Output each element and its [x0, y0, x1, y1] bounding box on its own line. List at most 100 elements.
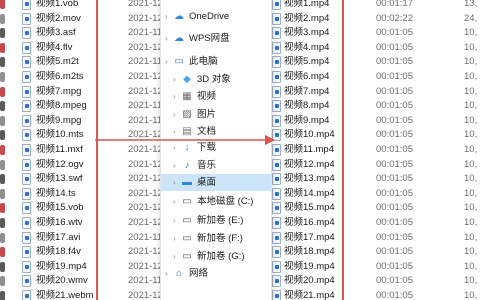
nav-item[interactable]: › ▤ 文档 — [161, 123, 271, 140]
file-row[interactable]: 视频2.mov 2021-12 — [0, 11, 165, 27]
chevron-right-icon[interactable]: › — [173, 230, 176, 247]
nav-item[interactable]: › ▭ 本地磁盘 (C:) — [161, 193, 271, 210]
nav-item[interactable]: › ▭ 新加卷 (G:) — [161, 248, 271, 265]
nav-item[interactable]: › ▭ 此电脑 — [161, 53, 271, 70]
file-row[interactable]: 视频15.vob 2021-12 — [0, 200, 165, 216]
file-row[interactable]: 视频7.mpg 2021-12 — [0, 84, 165, 100]
file-row[interactable]: 视频11.mxf 2021-12 — [0, 142, 165, 158]
nav-item[interactable]: › ▭ 新加卷 (E:) — [161, 212, 271, 229]
file-row[interactable]: 视频9.mp4 00:01:05 10, — [272, 113, 480, 129]
file-row[interactable]: 视频17.mp4 00:01:05 10, — [272, 230, 480, 246]
mp4-file-icon — [272, 231, 281, 244]
file-row[interactable]: 视频21.mp4 00:01:05 10, — [272, 288, 480, 300]
video-folder-icon: ▦ — [182, 91, 192, 102]
file-row[interactable]: 视频14.ts 2021-12 — [0, 186, 165, 202]
file-row[interactable]: 视频21.webm 2021-12 — [0, 288, 165, 300]
file-row[interactable]: 视频16.mp4 00:01:05 10, — [272, 215, 480, 231]
file-row[interactable]: 视频2.mp4 00:02:22 24, — [272, 11, 480, 27]
file-row[interactable]: 视频4.flv 2021-12 — [0, 40, 165, 56]
file-row[interactable]: 视频3.mp4 00:01:05 10, — [272, 25, 480, 41]
file-duration: 00:01:05 — [376, 231, 413, 243]
file-row[interactable]: 视频7.mp4 00:01:05 10, — [272, 84, 480, 100]
file-row[interactable]: 视频20.mp4 00:01:05 10, — [272, 273, 480, 289]
nav-item[interactable]: › ☁ OneDrive — [161, 8, 271, 25]
edge-icon — [0, 218, 5, 228]
file-row[interactable]: 视频12.mp4 00:01:05 10, — [272, 157, 480, 173]
nav-item[interactable]: › ▦ 视频 — [161, 88, 271, 105]
chevron-right-icon[interactable]: › — [173, 123, 176, 140]
file-row[interactable]: 视频8.mp4 00:01:05 10, — [272, 98, 480, 114]
file-row[interactable]: 视频11.mp4 00:01:05 10, — [272, 142, 480, 158]
video-file-icon — [22, 100, 31, 113]
file-row[interactable]: 视频9.mpg 2021-11 — [0, 113, 165, 129]
nav-item[interactable]: › ↓ 下载 — [161, 139, 271, 156]
file-row[interactable]: 视频10.mts 2021-12 — [0, 127, 165, 143]
file-name: 视频6.mp4 — [284, 71, 330, 82]
file-row[interactable]: 视频17.avi 2021-11 — [0, 230, 165, 246]
file-name: 视频13.swf — [36, 173, 83, 185]
file-date: 2021-11 — [128, 231, 163, 243]
file-row[interactable]: 视频18.f4v 2021-12 — [0, 244, 165, 260]
file-duration: 00:01:05 — [376, 260, 413, 272]
nav-item[interactable]: › ▬ 桌面 — [161, 174, 271, 191]
drive-icon: ▭ — [182, 251, 192, 262]
video-file-icon — [22, 12, 31, 25]
file-row[interactable]: 视频13.mp4 00:01:05 10, — [272, 171, 480, 187]
file-row[interactable]: 视频19.mp4 00:01:05 10, — [272, 259, 480, 275]
file-row[interactable]: 视频15.mp4 00:01:05 10, — [272, 200, 480, 216]
chevron-right-icon[interactable]: › — [165, 53, 168, 70]
nav-item[interactable]: › ♪ 音乐 — [161, 157, 271, 174]
file-row[interactable]: 视频13.swf 2021-12 — [0, 171, 165, 187]
nav-item[interactable]: › ▨ 图片 — [161, 106, 271, 123]
chevron-right-icon[interactable]: › — [165, 30, 168, 47]
file-duration: 00:02:22 — [376, 12, 413, 24]
right-annotation-line — [342, 0, 344, 300]
file-row[interactable]: 视频4.mp4 00:01:05 10, — [272, 40, 480, 56]
file-row[interactable]: 视频20.wmv 2021-11 — [0, 273, 165, 289]
nav-item[interactable]: › ⌂ 网络 — [161, 265, 271, 282]
file-duration: 00:01:05 — [376, 187, 413, 199]
chevron-right-icon[interactable]: › — [165, 8, 168, 25]
file-row[interactable]: 视频12.ogv 2021-12 — [0, 157, 165, 173]
chevron-right-icon[interactable]: › — [173, 71, 176, 88]
file-row[interactable]: 视频18.mp4 00:01:05 10, — [272, 244, 480, 260]
chevron-right-icon[interactable]: › — [173, 139, 176, 156]
file-name: 视频18.f4v — [36, 246, 81, 258]
video-file-icon — [22, 187, 31, 200]
edge-icon — [0, 247, 5, 258]
file-row[interactable]: 视频6.mp4 00:01:05 10, — [272, 69, 480, 85]
file-date: 2021-12 — [128, 41, 163, 53]
nav-item[interactable]: › ☁ WPS网盘 — [161, 30, 271, 47]
file-row[interactable]: 视频5.mp4 00:01:05 10, — [272, 54, 480, 70]
drive-icon: ▭ — [182, 233, 192, 244]
nav-item[interactable]: › ▭ 新加卷 (F:) — [161, 230, 271, 247]
chevron-right-icon[interactable]: › — [173, 174, 176, 191]
file-row[interactable]: 视频3.asf 2021-11 — [0, 25, 165, 41]
chevron-right-icon[interactable]: › — [173, 88, 176, 105]
file-name: 视频9.mpg — [36, 114, 82, 126]
file-size: 10, — [464, 260, 478, 272]
file-name: 视频17.avi — [36, 231, 81, 243]
chevron-right-icon[interactable]: › — [173, 157, 176, 174]
nav-item[interactable]: › ◆ 3D 对象 — [161, 71, 271, 88]
chevron-right-icon[interactable]: › — [165, 265, 168, 282]
file-row[interactable]: 视频6.m2ts 2021-12 — [0, 69, 165, 85]
file-row[interactable]: 视频19.mp4 2021-12 — [0, 259, 165, 275]
file-row[interactable]: 视频16.wtv 2021-12 — [0, 215, 165, 231]
chevron-right-icon[interactable]: › — [173, 248, 176, 265]
file-row[interactable]: 视频5.m2t 2021-11 — [0, 54, 165, 70]
file-name: 视频21.mp4 — [284, 290, 335, 300]
chevron-right-icon[interactable]: › — [173, 106, 176, 123]
edge-icon — [0, 174, 5, 185]
file-row[interactable]: 视频10.mp4 00:01:05 10, — [272, 127, 480, 143]
file-row[interactable]: 视频8.mpeg 2021-11 — [0, 98, 165, 114]
file-row[interactable]: 视频14.mp4 00:01:05 10, — [272, 186, 480, 202]
edge-icon — [0, 28, 5, 39]
file-name: 视频19.mp4 — [36, 260, 87, 272]
chevron-right-icon[interactable]: › — [173, 193, 176, 210]
file-duration: 00:01:05 — [376, 173, 413, 185]
video-file-icon — [22, 27, 31, 40]
chevron-right-icon[interactable]: › — [173, 212, 176, 229]
file-duration: 00:01:05 — [376, 129, 413, 141]
file-name: 视频10.mp4 — [284, 129, 335, 141]
